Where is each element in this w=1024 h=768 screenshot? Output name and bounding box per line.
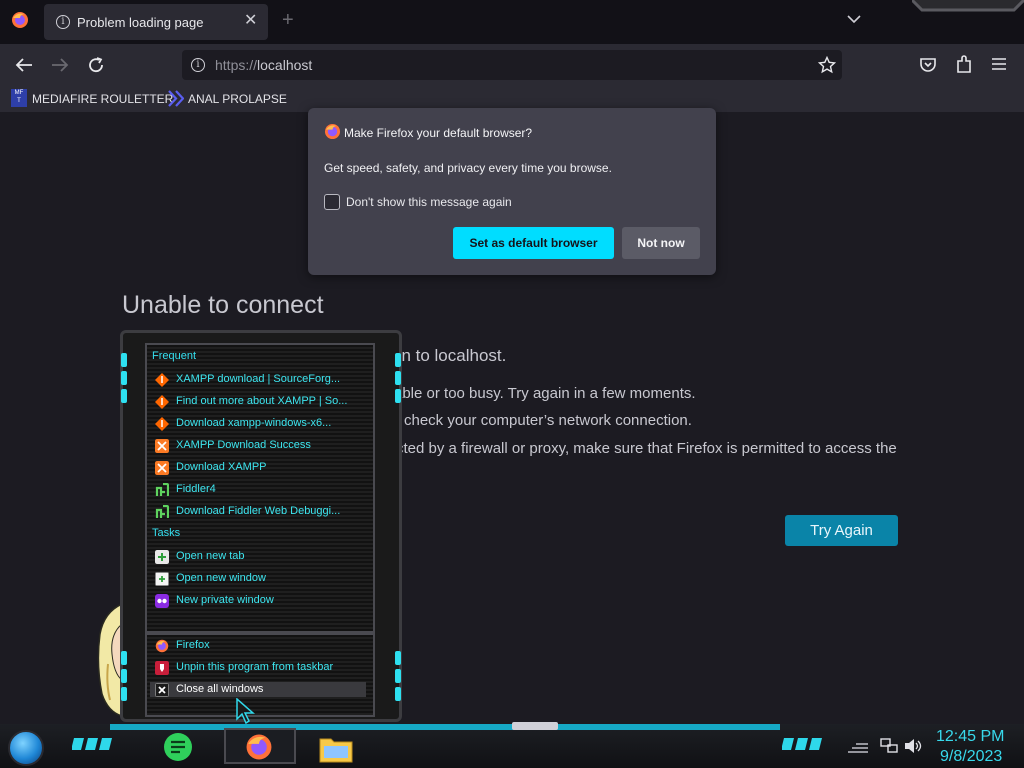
xampp-icon — [155, 461, 169, 475]
sourceforge-icon — [155, 373, 169, 387]
site-info-icon[interactable]: i — [191, 58, 205, 72]
firefox-icon — [324, 123, 341, 140]
try-again-button[interactable]: Try Again — [785, 515, 898, 546]
firefox-icon — [246, 734, 272, 760]
jump-list-tasks-heading: Tasks — [152, 527, 181, 539]
dont-show-label[interactable]: Don't show this message again — [346, 195, 512, 209]
jump-item-label: Fiddler4 — [176, 483, 216, 495]
chevron-down-icon[interactable] — [847, 15, 861, 24]
jump-item-label: New private window — [176, 594, 274, 606]
jump-item-label: Open new tab — [176, 550, 245, 562]
hamburger-menu-icon[interactable] — [991, 57, 1007, 71]
window-frame-decoration — [912, 0, 1024, 12]
bookmark-star-icon[interactable] — [818, 56, 836, 74]
reload-icon[interactable] — [87, 56, 105, 74]
taskbar — [0, 724, 1024, 768]
jump-item-label: XAMPP download | SourceForg... — [176, 373, 341, 385]
bookmark-anal-prolapse[interactable]: ANAL PROLAPSE — [188, 92, 287, 106]
set-default-browser-button[interactable]: Set as default browser — [453, 227, 614, 259]
tab-problem-loading[interactable]: i Problem loading page ✕ — [44, 4, 268, 40]
mft-icon: MF T — [11, 89, 27, 107]
sourceforge-icon — [155, 417, 169, 431]
extensions-icon[interactable] — [955, 55, 973, 74]
close-icon — [155, 683, 169, 697]
popup-title: Make Firefox your default browser? — [344, 126, 533, 140]
not-now-button[interactable]: Not now — [622, 227, 700, 259]
fiddler-icon — [155, 505, 169, 518]
bookmark-mediafire-rouletter[interactable]: MEDIAFIRE ROULETTER — [32, 92, 173, 106]
taskbar-accent-strip — [110, 724, 780, 730]
volume-icon[interactable] — [904, 739, 922, 753]
file-explorer-icon[interactable] — [319, 733, 353, 763]
jump-item-label: Download xampp-windows-x6... — [176, 417, 332, 429]
close-tab-icon[interactable]: ✕ — [244, 10, 257, 30]
firefox-taskbar-button[interactable] — [224, 728, 296, 764]
frame-led — [121, 687, 127, 701]
sourceforge-icon — [155, 395, 169, 409]
error-subtitle: on to localhost. — [392, 346, 507, 365]
url-scheme: https:// — [215, 57, 258, 73]
private-window-icon — [155, 594, 169, 608]
firefox-icon — [155, 639, 169, 653]
tab-strip: i Problem loading page ✕ + — [0, 0, 1024, 44]
forward-arrow-icon[interactable] — [51, 57, 69, 73]
frame-led — [395, 651, 401, 665]
jump-item-label: Unpin this program from taskbar — [176, 661, 334, 673]
frame-led — [121, 669, 127, 683]
xampp-icon — [155, 439, 169, 453]
back-arrow-icon[interactable] — [15, 57, 33, 73]
frame-led — [121, 371, 127, 385]
mouse-cursor-icon — [236, 698, 255, 724]
jump-item-label: Download XAMPP — [176, 461, 267, 473]
frame-led — [395, 687, 401, 701]
pocket-icon[interactable] — [919, 56, 937, 74]
firefox-menu-icon[interactable] — [11, 11, 29, 29]
new-tab-icon — [155, 550, 169, 564]
frame-led — [121, 651, 127, 665]
clock-time[interactable]: 12:45 PM — [936, 728, 1004, 746]
url-bar[interactable]: i https://localhost — [182, 50, 842, 80]
taskbar-decoration — [512, 722, 558, 730]
clock-date[interactable]: 9/8/2023 — [940, 748, 1002, 766]
jump-item-label: Firefox — [176, 639, 210, 651]
start-button[interactable] — [8, 730, 44, 766]
tray-expand-icon[interactable] — [848, 740, 868, 754]
dont-show-checkbox[interactable] — [324, 194, 340, 210]
notes-app-icon[interactable] — [163, 732, 193, 762]
default-browser-popup: Make Firefox your default browser? Get s… — [308, 108, 716, 275]
error-line-2: check your computer’s network connection… — [404, 412, 692, 429]
url-text[interactable]: https://localhost — [215, 57, 312, 73]
tab-title: Problem loading page — [77, 15, 204, 30]
frame-led — [121, 389, 127, 403]
jump-item-label: Find out more about XAMPP | So... — [176, 395, 348, 407]
frame-led — [395, 371, 401, 385]
frame-led — [395, 353, 401, 367]
new-window-icon — [155, 572, 169, 586]
new-tab-plus-icon[interactable]: + — [282, 9, 294, 32]
url-host: localhost — [257, 57, 313, 73]
unpin-icon — [155, 661, 169, 675]
jump-item-label: Close all windows — [176, 683, 264, 695]
jump-item-label: Open new window — [176, 572, 266, 584]
desktop-character-image — [97, 604, 122, 716]
frame-led — [395, 669, 401, 683]
jump-item-label: XAMPP Download Success — [176, 439, 311, 451]
popup-body: Get speed, safety, and privacy every tim… — [324, 161, 612, 175]
frame-led — [395, 389, 401, 403]
network-icon[interactable] — [880, 738, 898, 754]
info-icon: i — [56, 15, 70, 29]
error-line-1: able or too busy. Try again in a few mom… — [394, 385, 696, 402]
jump-item-label: Download Fiddler Web Debuggi... — [176, 505, 341, 517]
error-line-3: cted by a firewall or proxy, make sure t… — [396, 440, 897, 457]
bookmark-chevron-icon — [168, 90, 184, 107]
jump-list-frequent-heading: Frequent — [152, 350, 197, 362]
taskbar-led-decoration — [782, 738, 822, 750]
taskbar-led-decoration — [72, 738, 112, 750]
error-title: Unable to connect — [122, 291, 324, 319]
fiddler-icon — [155, 483, 169, 496]
frame-led — [121, 353, 127, 367]
